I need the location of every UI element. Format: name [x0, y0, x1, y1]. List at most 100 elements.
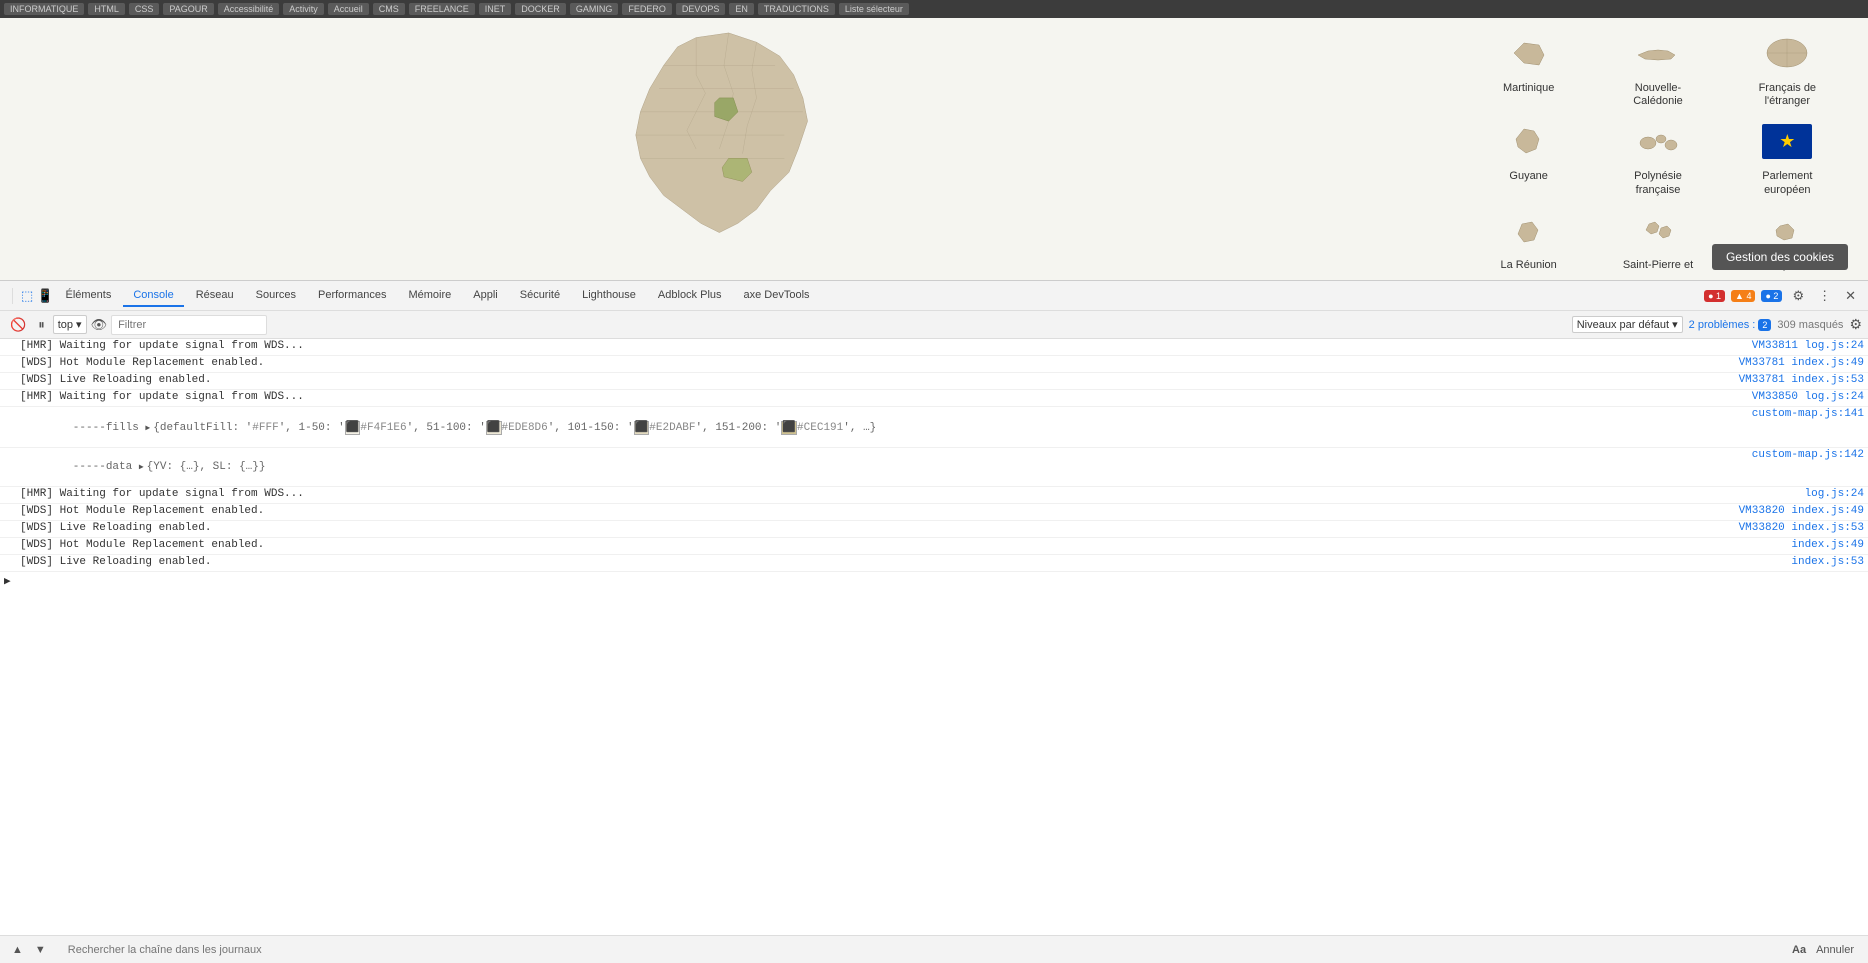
- console-cursor-line[interactable]: ▶: [0, 572, 1868, 590]
- browser-tab[interactable]: FREELANCE: [409, 3, 475, 15]
- tab-performances[interactable]: Performances: [308, 285, 396, 307]
- tab-sources[interactable]: Sources: [246, 285, 306, 307]
- browser-tab[interactable]: TRADUCTIONS: [758, 3, 835, 15]
- tab-securite[interactable]: Sécurité: [510, 285, 570, 307]
- devtools-panel: ⬚ 📱 Éléments Console Réseau Sources Perf…: [0, 280, 1868, 963]
- console-line: [WDS] Live Reloading enabled. VM33781 in…: [0, 373, 1868, 390]
- browser-tab[interactable]: EN: [729, 3, 754, 15]
- match-case-button[interactable]: Aa: [1792, 944, 1806, 956]
- tab-elements[interactable]: Éléments: [55, 285, 121, 307]
- tab-console[interactable]: Console: [123, 285, 183, 307]
- console-toolbar: 🚫 ⏸ top ▾ 👁 Niveaux par défaut ▾ 2 probl…: [0, 311, 1868, 339]
- region-la-reunion[interactable]: La Réunion: [1468, 205, 1589, 272]
- console-settings-icon[interactable]: ⚙: [1849, 316, 1862, 333]
- browser-tab[interactable]: Activity: [283, 3, 324, 15]
- console-line-link[interactable]: VM33781 index.js:53: [1739, 374, 1864, 386]
- region-francais-etranger[interactable]: Français del'étranger: [1727, 28, 1848, 108]
- regions-panel: Martinique Nouvelle-Calédonie Français d…: [1448, 18, 1868, 280]
- console-line-link[interactable]: custom-map.js:142: [1752, 449, 1864, 461]
- browser-tab[interactable]: Accueil: [328, 3, 369, 15]
- console-line-text: [HMR] Waiting for update signal from WDS…: [20, 488, 1795, 500]
- browser-tab[interactable]: Liste sélecteur: [839, 3, 909, 15]
- guyane-label: Guyane: [1509, 170, 1548, 183]
- browser-tab[interactable]: DOCKER: [515, 3, 566, 15]
- device-icon[interactable]: 📱: [37, 288, 53, 304]
- console-line-link[interactable]: VM33811 log.js:24: [1752, 340, 1864, 352]
- nouvelle-caledonie-label: Nouvelle-Calédonie: [1633, 82, 1683, 108]
- console-line-text: [WDS] Hot Module Replacement enabled.: [20, 539, 1781, 551]
- console-line-link[interactable]: VM33781 index.js:49: [1739, 357, 1864, 369]
- browser-tab[interactable]: Accessibilité: [218, 3, 280, 15]
- france-map: [564, 19, 884, 279]
- region-nouvelle-caledonie[interactable]: Nouvelle-Calédonie: [1597, 28, 1718, 108]
- console-line-link[interactable]: VM33820 index.js:53: [1739, 522, 1864, 534]
- devtools-header-controls: ● 1 ▲ 4 ● 2 ⚙ ⋮ ✕: [1704, 286, 1860, 306]
- console-line-text: [HMR] Waiting for update signal from WDS…: [20, 391, 1742, 403]
- la-reunion-label: La Réunion: [1501, 259, 1557, 272]
- pause-icon[interactable]: ⏸: [34, 315, 49, 335]
- console-line-link[interactable]: log.js:24: [1805, 488, 1864, 500]
- console-line: [WDS] Hot Module Replacement enabled. VM…: [0, 356, 1868, 373]
- console-line-text: -----data ▶{YV: {…}, SL: {…}}: [20, 449, 1742, 485]
- console-line-text: [WDS] Live Reloading enabled.: [20, 556, 1781, 568]
- region-guyane[interactable]: Guyane: [1468, 116, 1589, 196]
- francais-etranger-label: Français del'étranger: [1759, 82, 1816, 108]
- browser-tab[interactable]: DEVOPS: [676, 3, 726, 15]
- region-saint-pierre[interactable]: Saint-Pierre et: [1597, 205, 1718, 272]
- more-options-icon[interactable]: ⋮: [1814, 286, 1835, 306]
- polynesie-icon: [1628, 116, 1688, 166]
- settings-icon[interactable]: ⚙: [1788, 286, 1808, 306]
- expand-icon[interactable]: ▶: [139, 463, 144, 472]
- hidden-count: 309 masqués: [1777, 319, 1843, 331]
- console-line-text: [WDS] Hot Module Replacement enabled.: [20, 357, 1729, 369]
- browser-tab[interactable]: GAMING: [570, 3, 619, 15]
- expand-icon[interactable]: ▶: [145, 424, 150, 433]
- page-content: Martinique Nouvelle-Calédonie Français d…: [0, 18, 1868, 280]
- cookie-banner[interactable]: Gestion des cookies: [1712, 244, 1848, 270]
- tab-lighthouse[interactable]: Lighthouse: [572, 285, 646, 307]
- search-down-button[interactable]: ▼: [31, 942, 50, 958]
- polynesie-label: Polynésiefrançaise: [1634, 170, 1682, 196]
- console-line-link[interactable]: custom-map.js:141: [1752, 408, 1864, 420]
- browser-tab[interactable]: HTML: [88, 3, 125, 15]
- clear-console-icon[interactable]: 🚫: [6, 315, 30, 335]
- browser-tab[interactable]: PAGOUR: [163, 3, 213, 15]
- region-parlement-europeen[interactable]: Parlementeuropéen: [1727, 116, 1848, 196]
- browser-tab[interactable]: CMS: [373, 3, 405, 15]
- tab-axe[interactable]: axe DevTools: [734, 285, 820, 307]
- tab-appli[interactable]: Appli: [463, 285, 507, 307]
- console-output: [HMR] Waiting for update signal from WDS…: [0, 339, 1868, 935]
- search-controls-right: Aa Annuler: [1784, 942, 1868, 958]
- console-toolbar-right: Niveaux par défaut ▾ 2 problèmes : 2 309…: [1572, 316, 1862, 333]
- region-polynesie[interactable]: Polynésiefrançaise: [1597, 116, 1718, 196]
- browser-tab[interactable]: FEDERO: [622, 3, 672, 15]
- context-selector[interactable]: top ▾: [53, 315, 87, 334]
- eye-icon[interactable]: 👁: [91, 317, 108, 333]
- problems-count[interactable]: 2 problèmes : 2: [1689, 319, 1772, 331]
- browser-tab[interactable]: INFORMATIQUE: [4, 3, 84, 15]
- browser-tab[interactable]: CSS: [129, 3, 160, 15]
- saint-pierre-label: Saint-Pierre et: [1623, 259, 1693, 272]
- tab-memoire[interactable]: Mémoire: [398, 285, 461, 307]
- console-line-link[interactable]: VM33850 log.js:24: [1752, 391, 1864, 403]
- console-line-text: [WDS] Live Reloading enabled.: [20, 374, 1729, 386]
- region-martinique[interactable]: Martinique: [1468, 28, 1589, 108]
- console-line-link[interactable]: index.js:49: [1791, 539, 1864, 551]
- console-line-link[interactable]: VM33820 index.js:49: [1739, 505, 1864, 517]
- cancel-search-button[interactable]: Annuler: [1810, 942, 1860, 958]
- france-map-section: [0, 18, 1448, 280]
- browser-tab[interactable]: INET: [479, 3, 512, 15]
- cursor-arrow-icon: ▶: [4, 574, 11, 588]
- console-search-input[interactable]: [58, 936, 1784, 963]
- console-line-link[interactable]: index.js:53: [1791, 556, 1864, 568]
- tab-reseau[interactable]: Réseau: [186, 285, 244, 307]
- levels-dropdown[interactable]: Niveaux par défaut ▾: [1572, 316, 1683, 333]
- saint-pierre-icon: [1628, 205, 1688, 255]
- inspect-icon[interactable]: ⬚: [21, 288, 33, 304]
- console-filter-input[interactable]: [111, 315, 267, 335]
- la-reunion-icon: [1499, 205, 1559, 255]
- tab-adblock[interactable]: Adblock Plus: [648, 285, 732, 307]
- search-up-button[interactable]: ▲: [8, 942, 27, 958]
- close-devtools-icon[interactable]: ✕: [1841, 286, 1860, 306]
- console-line: [HMR] Waiting for update signal from WDS…: [0, 390, 1868, 407]
